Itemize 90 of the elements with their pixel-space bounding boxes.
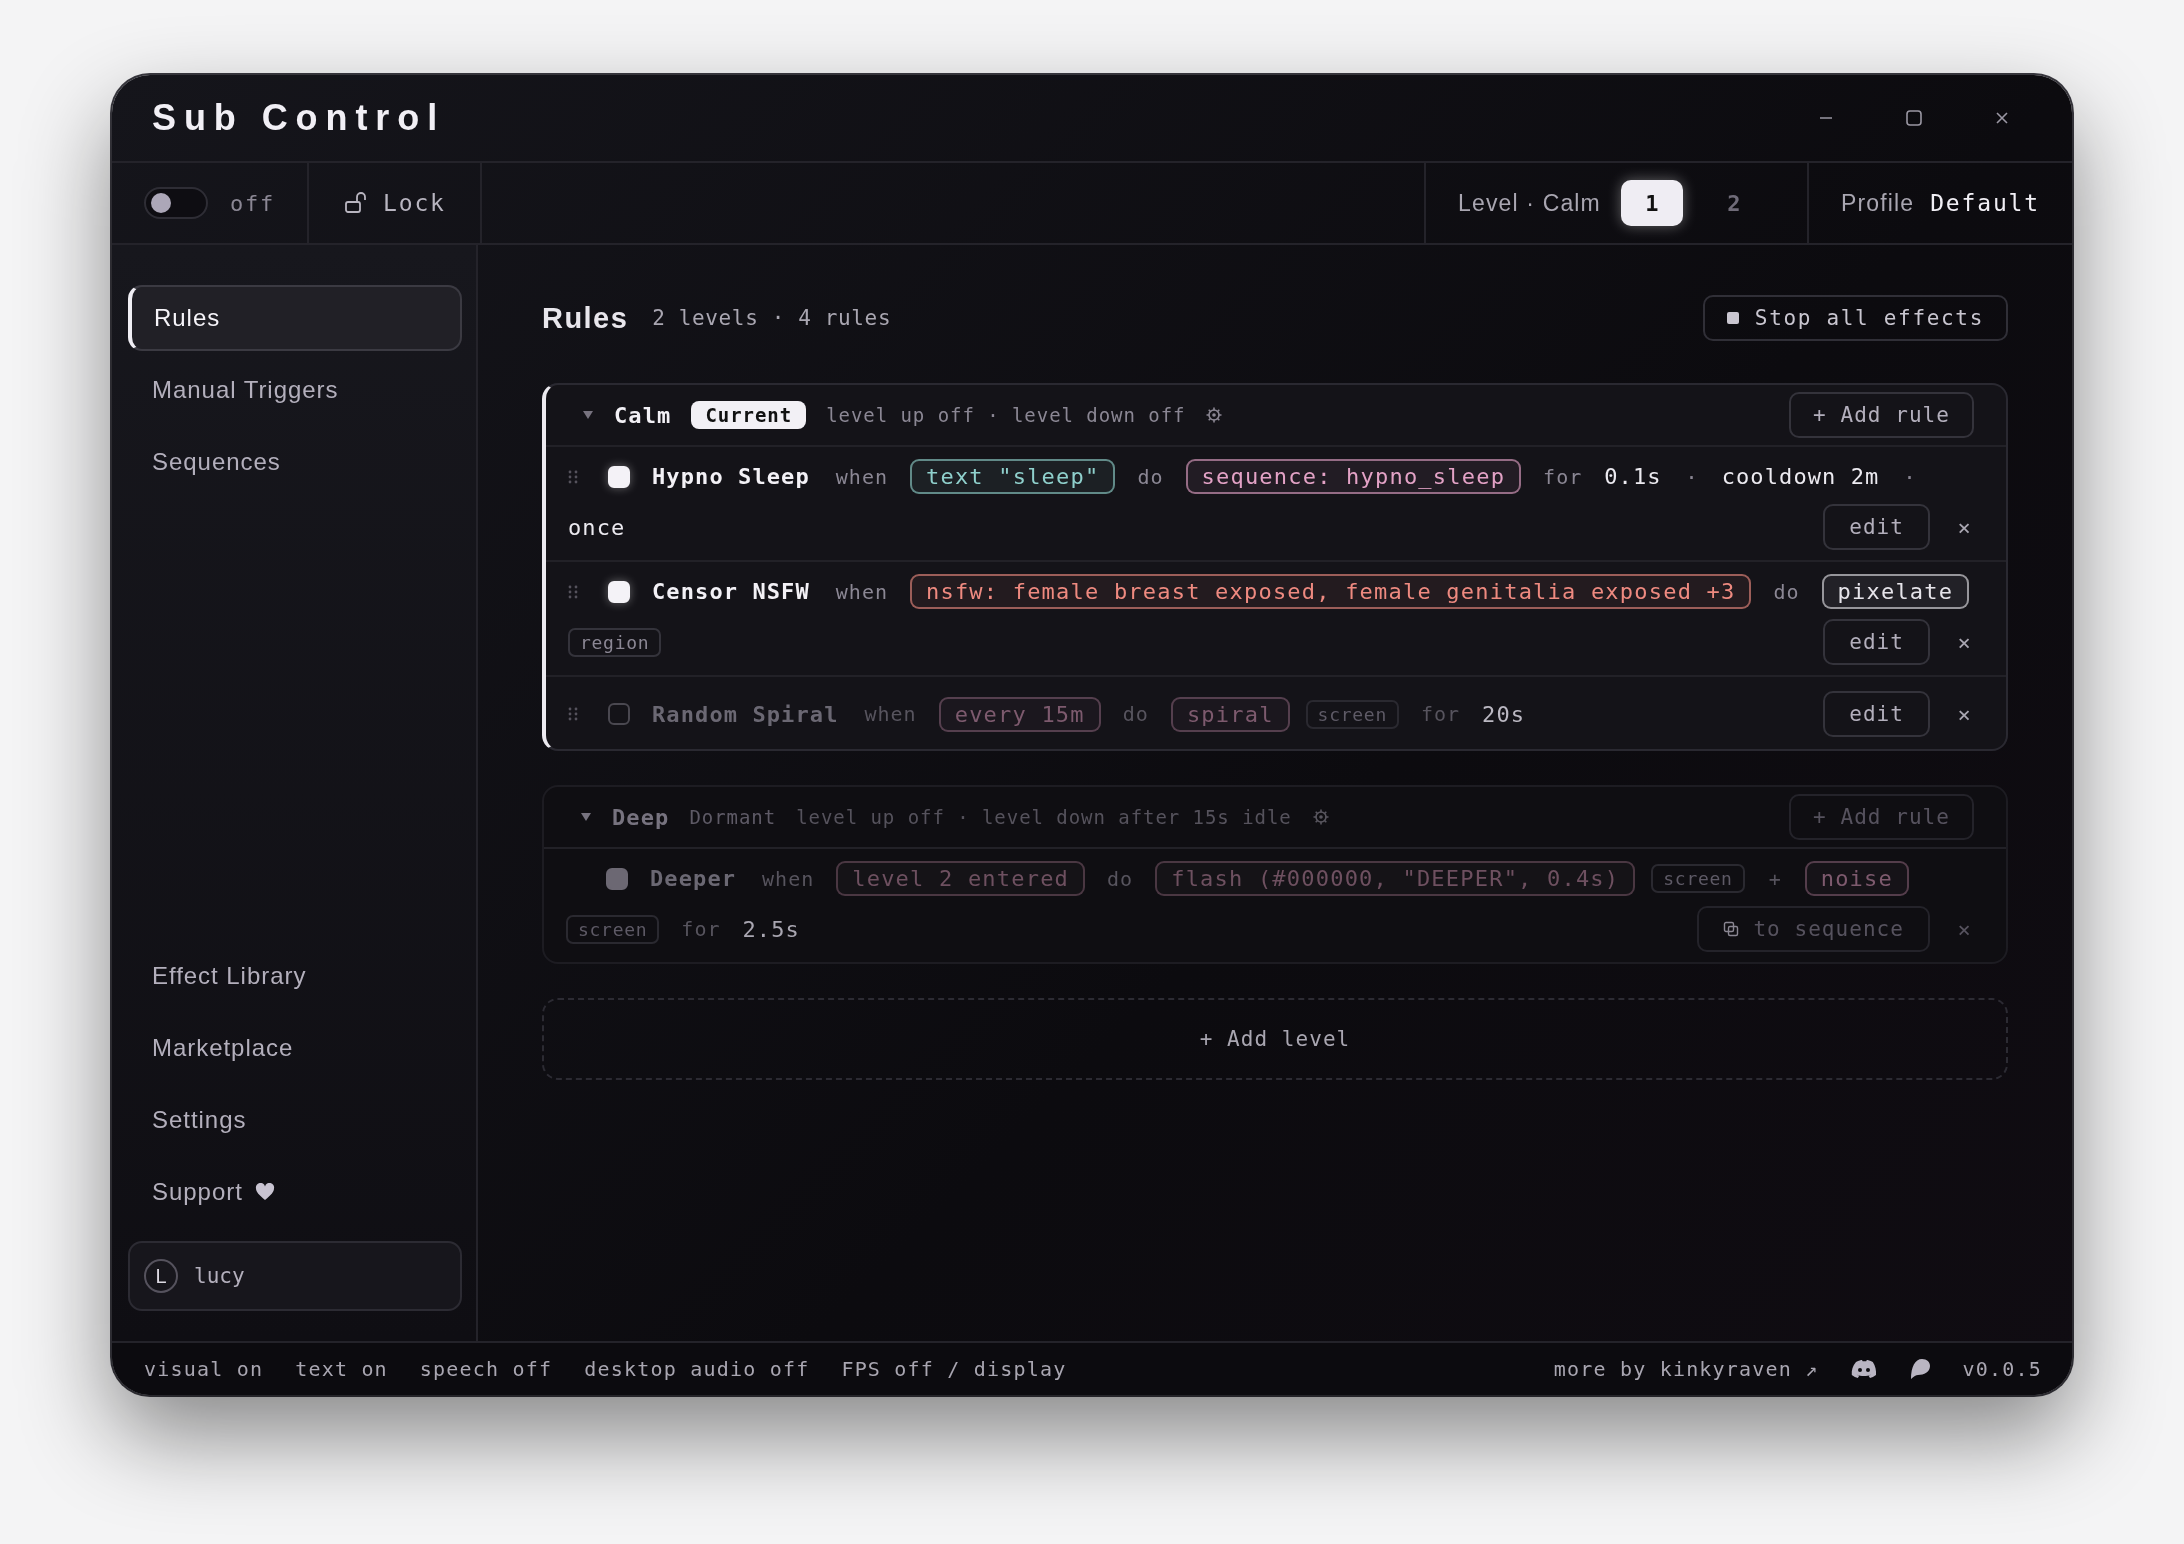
status-item: text on: [295, 1357, 388, 1381]
page-title: Rules: [542, 301, 629, 335]
level-settings: level up off · level down after 15s idle: [796, 806, 1292, 828]
level-tab[interactable]: 2: [1702, 180, 1765, 226]
edit-button[interactable]: edit: [1823, 504, 1930, 550]
rule-checkbox[interactable]: [606, 867, 628, 890]
level-status: Current: [691, 401, 807, 429]
level-name: Calm: [614, 402, 672, 428]
rule-keyword: for: [1543, 464, 1583, 489]
level-name: Deep: [612, 804, 670, 830]
rule-keyword: for: [1420, 702, 1461, 726]
sidebar-item[interactable]: Rules: [128, 285, 462, 351]
rule-name: Hypno Sleep: [652, 464, 810, 489]
level-settings: level up off · level down off: [826, 404, 1186, 426]
power-toggle[interactable]: [144, 187, 208, 219]
add-rule-button[interactable]: + Add rule: [1789, 392, 1974, 438]
target-tag: screen: [1305, 699, 1399, 729]
edit-button[interactable]: edit: [1823, 619, 1930, 665]
rule-chip[interactable]: sequence: hypno_sleep: [1185, 459, 1522, 494]
lock-button[interactable]: Lock: [309, 163, 482, 243]
user-card[interactable]: L lucy: [128, 1241, 462, 1311]
profile-label: Profile: [1840, 189, 1915, 217]
delete-button[interactable]: ×: [1952, 629, 1976, 655]
unlock-icon: [343, 190, 369, 216]
sidebar-item[interactable]: Settings: [128, 1087, 462, 1153]
rule-checkbox[interactable]: [608, 703, 630, 725]
rule-value: 0.1s: [1604, 464, 1662, 489]
heart-icon: [254, 1183, 275, 1201]
maximize-icon[interactable]: [1904, 108, 1924, 128]
target-tag: region: [568, 627, 662, 657]
profile-value[interactable]: Default: [1930, 190, 2040, 216]
target-tag: screen: [566, 914, 660, 944]
status-item: speech off: [419, 1357, 553, 1381]
caret-icon[interactable]: [580, 812, 592, 822]
rule-name: Random Spiral: [652, 701, 839, 727]
rule-keyword: do: [1137, 464, 1164, 489]
rule-keyword: do: [1773, 579, 1800, 604]
rule-chip[interactable]: nsfw: female breast exposed, female genitalia exposed +3: [909, 574, 1752, 609]
edit-button[interactable]: edit: [1823, 691, 1930, 737]
rule-value: 20s: [1482, 701, 1526, 727]
rule-value: once: [568, 514, 626, 540]
sidebar-item[interactable]: Sequences: [128, 429, 462, 495]
version-label: v0.0.5: [1962, 1357, 2042, 1381]
rule-value: 2.5s: [742, 916, 800, 942]
copy-icon: [1723, 921, 1740, 937]
drag-handle-icon[interactable]: [568, 583, 578, 600]
sidebar-item[interactable]: Support: [128, 1159, 462, 1225]
level-label: Level · Calm: [1458, 189, 1601, 217]
settings-icon[interactable]: [1205, 406, 1224, 424]
status-item: visual on: [144, 1357, 264, 1381]
rule-keyword: when: [762, 866, 815, 891]
rule-name: Deeper: [650, 866, 737, 891]
caret-icon[interactable]: [582, 410, 594, 420]
separator: ·: [1684, 464, 1699, 489]
rule-chip[interactable]: text "sleep": [909, 459, 1116, 494]
discord-icon[interactable]: [1850, 1359, 1877, 1379]
sidebar-item[interactable]: Effect Library: [128, 943, 462, 1009]
sidebar-item[interactable]: Manual Triggers: [128, 357, 462, 423]
level-tab[interactable]: 1: [1620, 180, 1683, 226]
rule-keyword: when: [835, 579, 888, 604]
delete-button[interactable]: ×: [1952, 514, 1976, 540]
settings-icon[interactable]: [1311, 808, 1330, 826]
sidebar-item[interactable]: Marketplace: [128, 1015, 462, 1081]
toggle-label: off: [230, 190, 275, 216]
rule-keyword: do: [1122, 702, 1149, 726]
delete-button[interactable]: ×: [1952, 701, 1976, 727]
rule-name: Censor NSFW: [652, 579, 810, 604]
level-status: Dormant: [689, 806, 777, 828]
rule-keyword: when: [835, 464, 888, 489]
author-link[interactable]: more by kinkyraven ↗: [1553, 1357, 1819, 1381]
target-tag: screen: [1651, 864, 1745, 893]
separator: ·: [1902, 464, 1917, 489]
user-name: lucy: [194, 1264, 245, 1288]
add-level-button[interactable]: + Add level: [542, 998, 2008, 1080]
window-title: Sub Control: [152, 97, 446, 139]
stop-all-button[interactable]: Stop all effects: [1702, 295, 2008, 341]
stop-icon: [1726, 312, 1739, 324]
rule-chip[interactable]: pixelate: [1821, 574, 1970, 609]
drag-handle-icon[interactable]: [568, 468, 578, 485]
separator: +: [1767, 866, 1782, 891]
status-item: FPS off / display: [841, 1357, 1067, 1381]
drag-handle-icon[interactable]: [568, 706, 578, 722]
status-item: desktop audio off: [584, 1357, 810, 1381]
rule-keyword: do: [1107, 866, 1134, 891]
rule-keyword: when: [864, 702, 917, 726]
rule-value: cooldown 2m: [1721, 464, 1880, 489]
rules-summary: 2 levels · 4 rules: [652, 306, 892, 330]
rule-keyword: for: [681, 917, 721, 941]
leaf-icon[interactable]: [1908, 1358, 1931, 1380]
user-avatar: L: [144, 1259, 178, 1293]
